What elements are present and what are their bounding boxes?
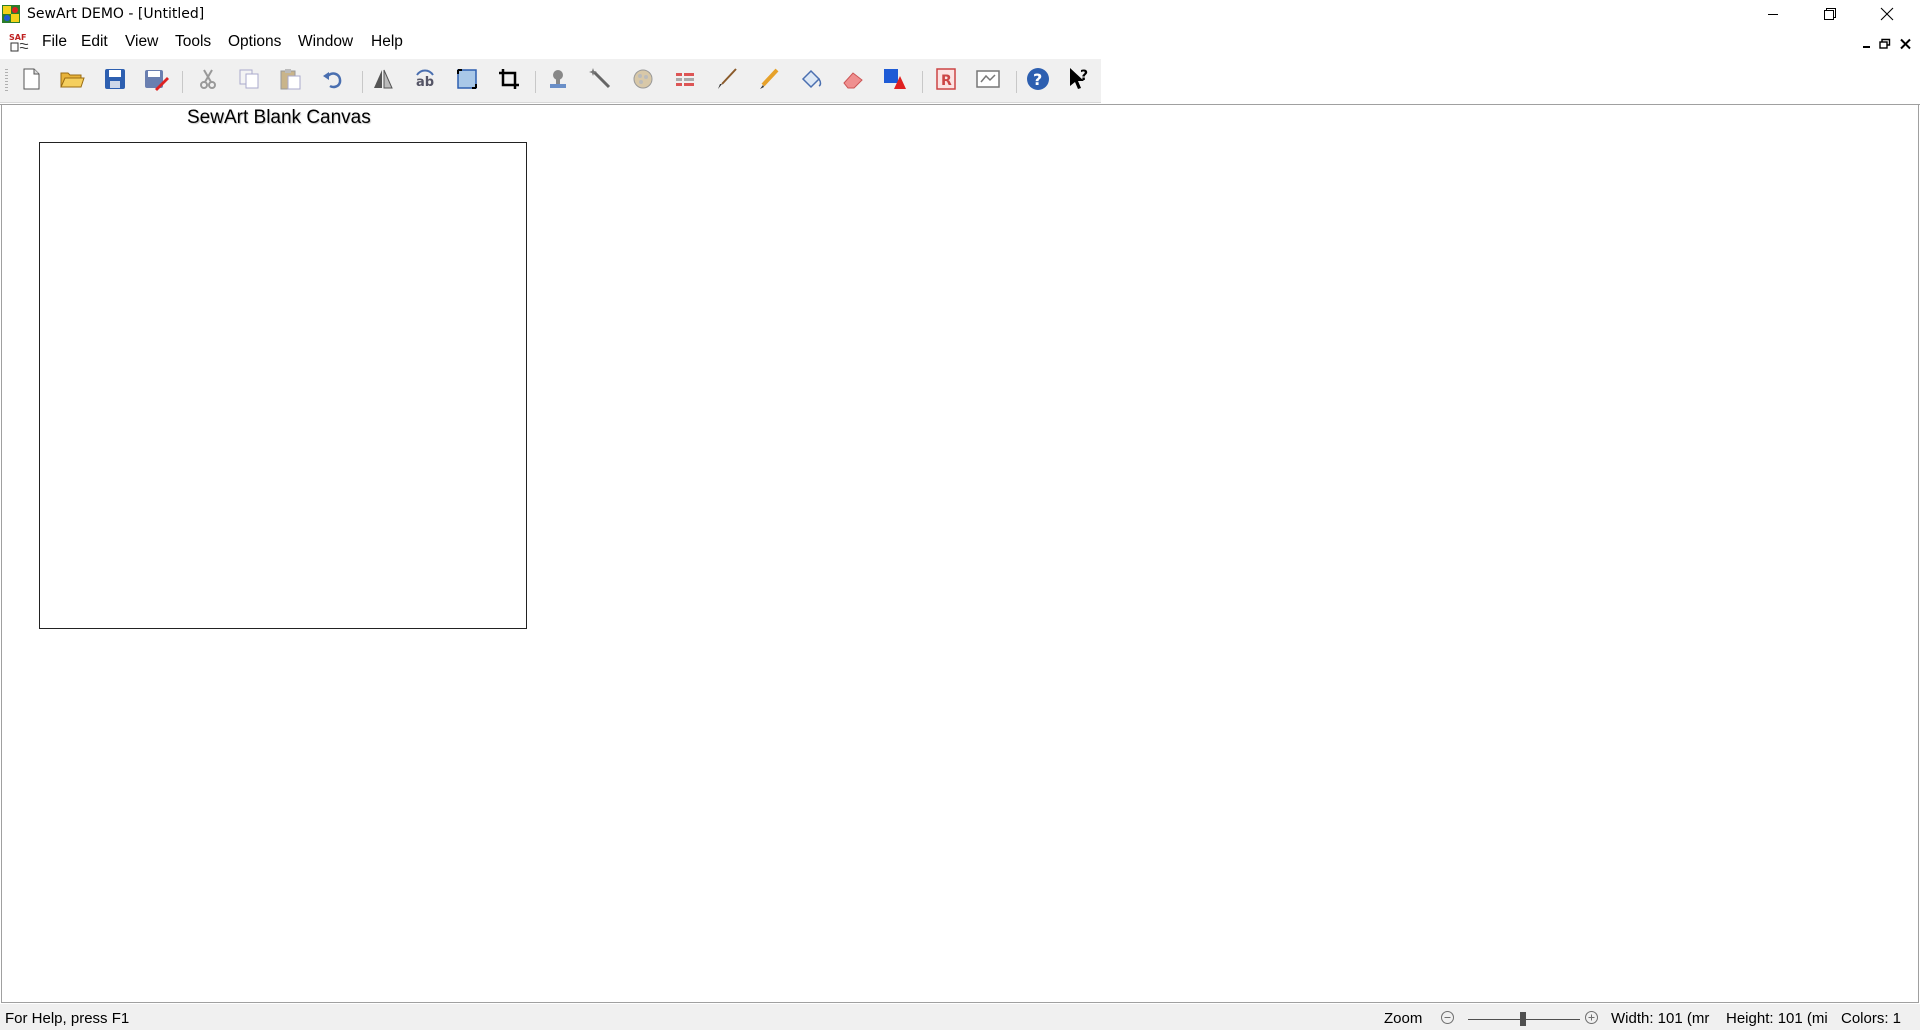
- mirror-icon: [371, 67, 395, 96]
- undo-button[interactable]: [316, 65, 350, 97]
- restore-icon: [1823, 7, 1837, 21]
- toolbar-separator: [922, 71, 923, 93]
- mdi-minimize-icon[interactable]: [1860, 37, 1874, 49]
- open-icon: [59, 67, 85, 96]
- brush-button[interactable]: [710, 65, 744, 97]
- remove-background-button[interactable]: R: [929, 65, 963, 97]
- menu-bar: SAF File Edit View Tools Options Window …: [0, 28, 1920, 56]
- rotate-button[interactable]: ab: [408, 65, 442, 97]
- mirror-button[interactable]: [366, 65, 400, 97]
- zoom-slider-thumb[interactable]: [1520, 1012, 1526, 1026]
- minimize-icon: [1767, 8, 1779, 20]
- fill-button[interactable]: [794, 65, 828, 97]
- open-button[interactable]: [55, 65, 89, 97]
- save-as-icon: [143, 67, 169, 96]
- brush-icon: [715, 67, 739, 96]
- context-help-button[interactable]: ?: [1063, 65, 1097, 97]
- restore-button[interactable]: [1801, 0, 1859, 28]
- toolbar-separator: [362, 71, 363, 93]
- transform-button[interactable]: [971, 65, 1005, 97]
- paste-icon: [278, 67, 302, 96]
- main-toolbar: ab R ? ?: [0, 59, 1101, 103]
- stamp-button[interactable]: [541, 65, 575, 97]
- status-height: Height: 101 (mi: [1726, 1010, 1828, 1027]
- color-merge-button[interactable]: [626, 65, 660, 97]
- svg-text:?: ?: [1080, 68, 1088, 84]
- status-colors: Colors: 1: [1841, 1010, 1902, 1027]
- color-merge-icon: [631, 67, 655, 96]
- toolbar-separator: [535, 71, 536, 93]
- status-width: Width: 101 (mr: [1611, 1010, 1710, 1027]
- menu-file[interactable]: File: [42, 33, 67, 51]
- mdi-close-icon[interactable]: [1899, 37, 1913, 50]
- toolbar-separator: [1016, 71, 1017, 93]
- toolbar-grip[interactable]: [5, 69, 8, 93]
- wand-button[interactable]: [584, 65, 618, 97]
- toolbar-separator: [182, 71, 183, 93]
- new-icon: [19, 67, 43, 96]
- zoom-out-icon[interactable]: [1440, 1010, 1455, 1025]
- copy-icon: [237, 67, 261, 96]
- svg-text:ab: ab: [416, 75, 434, 90]
- color-replace-button[interactable]: [878, 65, 912, 97]
- new-button[interactable]: [14, 65, 48, 97]
- help-icon: ?: [1025, 66, 1051, 97]
- help-button[interactable]: ?: [1021, 65, 1055, 97]
- minimize-button[interactable]: [1744, 0, 1802, 28]
- transform-icon: [975, 67, 1001, 96]
- context-help-icon: ?: [1067, 66, 1093, 97]
- fill-icon: [799, 67, 823, 96]
- blank-canvas[interactable]: [39, 142, 527, 629]
- mdi-restore-icon[interactable]: [1878, 37, 1892, 49]
- zoom-label: Zoom: [1384, 1010, 1423, 1027]
- cut-button[interactable]: [191, 65, 225, 97]
- remove-background-icon: R: [934, 67, 958, 96]
- canvas-title: SewArt Blank Canvas: [187, 107, 371, 128]
- pencil-button[interactable]: [752, 65, 786, 97]
- canvas-size-icon: [455, 67, 479, 96]
- copy-button[interactable]: [232, 65, 266, 97]
- save-button[interactable]: [98, 65, 132, 97]
- menu-edit[interactable]: Edit: [81, 33, 108, 51]
- separate-icon: [673, 67, 697, 96]
- title-bar: SewArt DEMO - [Untitled]: [0, 0, 1920, 28]
- menu-tools[interactable]: Tools: [175, 33, 211, 51]
- menu-help[interactable]: Help: [371, 33, 403, 51]
- separate-button[interactable]: [668, 65, 702, 97]
- canvas-size-button[interactable]: [450, 65, 484, 97]
- menu-view[interactable]: View: [125, 33, 158, 51]
- menu-window[interactable]: Window: [298, 33, 353, 51]
- cut-icon: [196, 67, 220, 96]
- svg-text:R: R: [941, 73, 952, 89]
- wand-icon: [589, 67, 613, 96]
- svg-text:SAF: SAF: [9, 33, 26, 42]
- close-icon: [1880, 7, 1894, 21]
- crop-icon: [497, 67, 521, 96]
- paste-button[interactable]: [273, 65, 307, 97]
- stamp-icon: [546, 67, 570, 96]
- status-help-text: For Help, press F1: [5, 1010, 130, 1027]
- eraser-icon: [841, 67, 865, 96]
- eraser-button[interactable]: [836, 65, 870, 97]
- save-icon: [103, 67, 127, 96]
- window-title: SewArt DEMO - [Untitled]: [27, 6, 205, 22]
- close-button[interactable]: [1858, 0, 1916, 28]
- rotate-icon: ab: [413, 67, 437, 96]
- save-as-button[interactable]: [139, 65, 173, 97]
- sewart-document-icon[interactable]: SAF: [8, 32, 30, 52]
- color-replace-icon: [882, 67, 908, 96]
- pencil-icon: [757, 67, 781, 96]
- crop-button[interactable]: [492, 65, 526, 97]
- svg-text:?: ?: [1033, 70, 1042, 89]
- menu-options[interactable]: Options: [228, 33, 281, 51]
- sewart-app-icon: [2, 5, 20, 23]
- status-bar: For Help, press F1 Zoom Width: 101 (mr H…: [0, 1004, 1920, 1030]
- zoom-in-icon[interactable]: [1584, 1010, 1599, 1025]
- undo-icon: [321, 67, 345, 96]
